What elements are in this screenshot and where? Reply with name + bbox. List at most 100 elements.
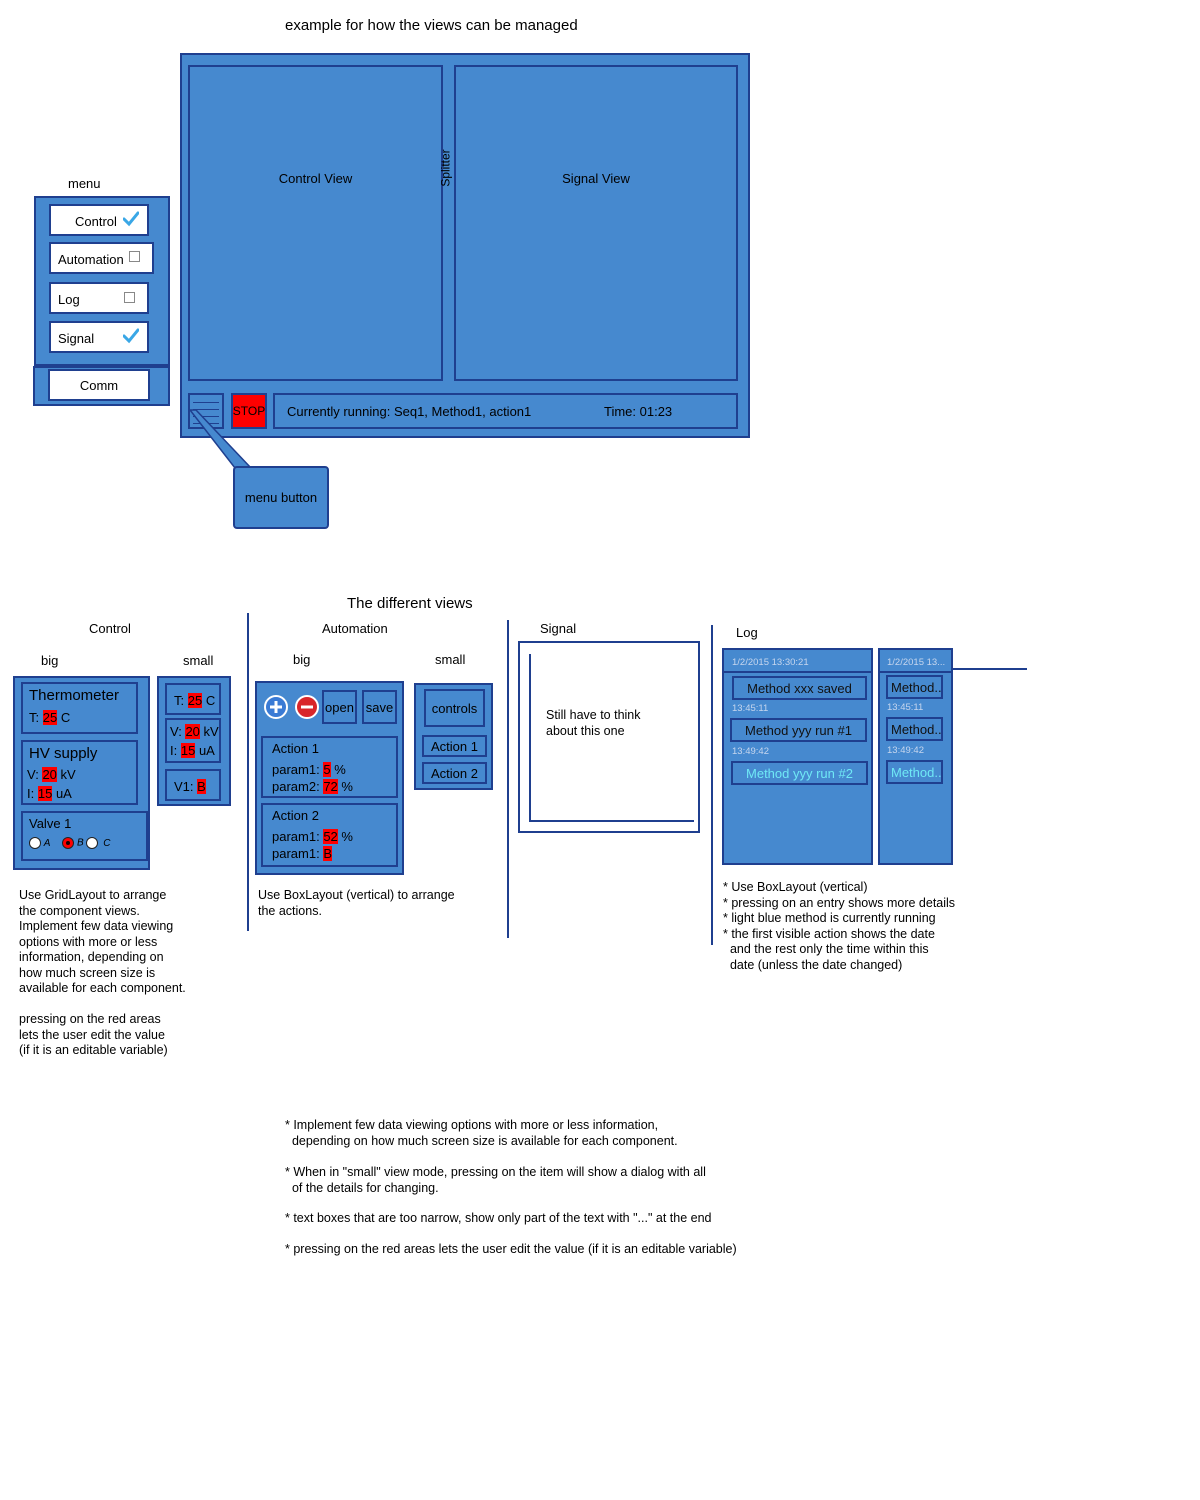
log-small-date: 1/2/2015 13... [887,657,946,668]
valve-widget[interactable]: Valve 1 A B C [21,811,148,861]
automation-big-panel: open save Action 1 param1: 5 % param2: 7… [255,681,404,875]
small-thermometer[interactable]: T: 25 C [165,683,221,715]
bottom-note-1: * Implement few data viewing options wit… [285,1118,678,1148]
log-small-entry-2[interactable]: Method.. [886,717,943,741]
valve-title: Valve 1 [29,816,72,831]
small-voltage-value[interactable]: 20 [185,724,200,739]
param-value[interactable]: 72 [323,779,338,794]
menu-item-automation[interactable]: Automation [49,242,154,274]
voltage-value[interactable]: 20 [42,767,57,782]
small-temperature-value[interactable]: 25 [187,693,203,708]
control-note: Use GridLayout to arrange the component … [19,888,186,1057]
checkmark-icon [123,211,139,227]
control-big-label: big [41,653,59,668]
log-small-entry-1[interactable]: Method.. [886,675,943,699]
radio-a[interactable] [29,837,41,849]
comm-label: Comm [79,377,119,393]
automation-small-label: small [435,652,466,667]
current-row: I: 15 uA [27,786,72,801]
menu-item-log[interactable]: Log [49,282,149,314]
menu-item-comm[interactable]: Comm [48,369,150,401]
param-value[interactable]: 52 [323,829,338,844]
signal-placeholder: Still have to think about this one [518,641,700,833]
log-time: 13:45:11 [887,702,924,713]
log-header: Log [736,625,758,640]
log-small-date-row: 1/2/2015 13... [880,650,951,673]
controls-button[interactable]: controls [424,689,485,727]
radio-c[interactable] [86,837,99,849]
automation-header: Automation [322,621,388,636]
log-small-panel: 1/2/2015 13... Method.. 13:45:11 Method.… [878,648,953,865]
log-time: 13:45:11 [732,703,769,714]
radio-b[interactable] [62,837,75,849]
diagram-title: example for how the views can be managed [285,17,578,34]
signal-view-label: Signal View [562,171,630,186]
connector-line [951,668,1027,670]
views-title: The different views [347,595,473,612]
control-small-panel: T: 25 C V: 20 kV I: 15 uA V1: B [157,676,231,806]
control-big-panel: Thermometer T: 25 C HV supply V: 20 kV I… [13,676,150,870]
splitter-label: Splitter [438,149,453,187]
log-date-row: 1/2/2015 13:30:21 [724,650,871,673]
small-action-1[interactable]: Action 1 [422,735,487,757]
menu-item-label: Signal [58,331,95,346]
small-valve-value[interactable]: B [197,779,206,794]
checkmark-icon [123,328,139,344]
small-action-2[interactable]: Action 2 [422,762,487,784]
log-date: 1/2/2015 13:30:21 [732,657,809,668]
log-entry-1[interactable]: Method xxx saved [732,676,867,700]
status-bar: Currently running: Seq1, Method1, action… [273,393,738,429]
callout-pointer [188,409,253,469]
hv-supply-title: HV supply [29,745,98,762]
log-time: 13:49:42 [887,745,924,756]
param-value[interactable]: 5 [323,762,331,777]
menu-item-label: Log [58,292,80,307]
control-view-pane: Control View [188,65,443,381]
small-current-value[interactable]: 15 [180,743,196,758]
signal-view-pane: Signal View [454,65,738,381]
remove-icon[interactable] [295,695,319,719]
action-2-item[interactable]: Action 2 param1: 52 % param1: B [261,803,398,867]
temperature-value[interactable]: 25 [42,710,58,725]
action-title: Action 2 [272,808,319,823]
signal-text: Still have to think about this one [546,708,641,738]
checkbox-icon [129,251,140,262]
menu-button-callout: menu button [233,466,329,529]
action-1-item[interactable]: Action 1 param1: 5 % param2: 72 % [261,736,398,798]
menu-item-control[interactable]: Control [49,204,149,236]
checkbox-icon [124,292,135,303]
menu-title: menu [68,176,101,191]
log-note: * Use BoxLayout (vertical) * pressing on… [723,880,956,972]
divider [711,625,713,945]
thermometer-widget[interactable]: Thermometer T: 25 C [21,682,138,734]
status-text: Currently running: Seq1, Method1, action… [287,404,532,419]
automation-note: Use BoxLayout (vertical) to arrange the … [258,888,455,918]
menu-item-signal[interactable]: Signal [49,321,149,353]
current-value[interactable]: 15 [37,786,53,801]
temperature-row: T: 25 C [29,710,71,725]
time-text: Time: 01:23 [604,404,673,419]
add-icon[interactable] [264,695,288,719]
valve-options: A B C [29,837,110,849]
control-header: Control [89,621,131,636]
save-button[interactable]: save [362,690,397,724]
hv-supply-widget[interactable]: HV supply V: 20 kV I: 15 uA [21,740,138,805]
control-view-label: Control View [278,171,353,186]
y-axis-line [529,654,531,822]
action-title: Action 1 [272,741,319,756]
automation-small-panel: controls Action 1 Action 2 [414,683,493,790]
small-valve[interactable]: V1: B [165,769,221,801]
open-button[interactable]: open [322,690,357,724]
log-entry-2[interactable]: Method yyy run #1 [730,718,867,742]
param-value[interactable]: B [323,846,332,861]
thermometer-title: Thermometer [29,687,120,704]
x-axis-line [529,820,694,822]
automation-big-label: big [293,652,311,667]
log-time: 13:49:42 [732,746,769,757]
log-big-panel: 1/2/2015 13:30:21 Method xxx saved 13:45… [722,648,873,865]
control-small-label: small [183,653,214,668]
menu-item-label: Automation [58,252,124,267]
log-small-entry-3-running[interactable]: Method.. [886,760,943,784]
log-entry-3-running[interactable]: Method yyy run #2 [731,761,868,785]
small-hv-supply[interactable]: V: 20 kV I: 15 uA [165,718,221,763]
